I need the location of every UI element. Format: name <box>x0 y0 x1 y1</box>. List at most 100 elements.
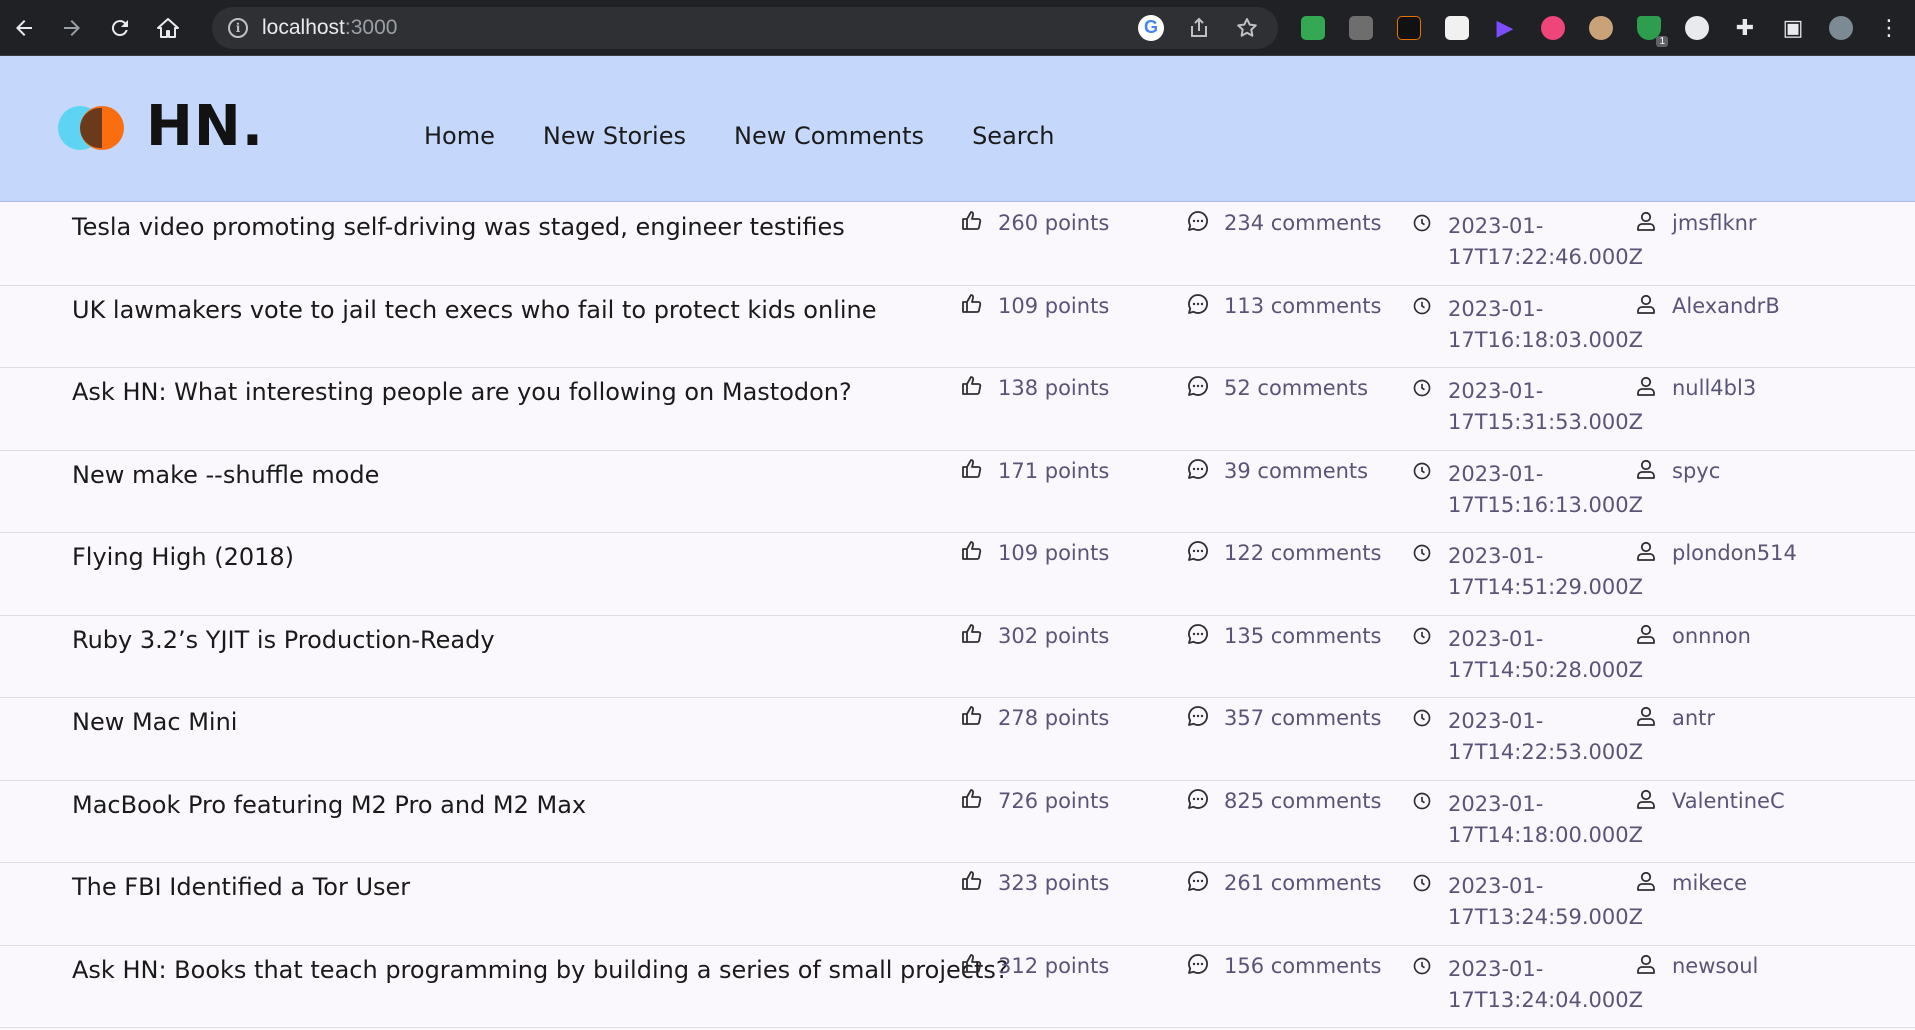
story-time: 2023-01- 17T16:18:03.000Z <box>1410 294 1644 356</box>
story-row: New make --shuffle mode 171 points 39 co… <box>0 450 1915 533</box>
comments-text[interactable]: 357 comments <box>1224 706 1381 730</box>
comments-text[interactable]: 234 comments <box>1224 211 1381 235</box>
nav-home[interactable]: Home <box>424 122 495 150</box>
comments-text[interactable]: 122 comments <box>1224 541 1381 565</box>
story-comments[interactable]: 825 comments <box>1186 789 1381 813</box>
share-button[interactable] <box>1180 9 1218 47</box>
comments-text[interactable]: 52 comments <box>1224 376 1368 400</box>
username[interactable]: null4bl3 <box>1672 376 1756 400</box>
username[interactable]: spyc <box>1672 459 1720 483</box>
extensions-menu-button[interactable]: ✚ <box>1724 7 1766 49</box>
username[interactable]: AlexandrB <box>1672 294 1780 318</box>
extension-ghost[interactable] <box>1676 7 1718 49</box>
story-user[interactable]: jmsflknr <box>1634 211 1757 235</box>
comments-text[interactable]: 113 comments <box>1224 294 1381 318</box>
side-panel-icon: ▣ <box>1782 14 1804 40</box>
story-user[interactable]: mikece <box>1634 871 1747 895</box>
story-comments[interactable]: 52 comments <box>1186 376 1368 400</box>
profile-button[interactable] <box>1820 7 1862 49</box>
extension-gray[interactable] <box>1340 7 1382 49</box>
story-comments[interactable]: 234 comments <box>1186 211 1381 235</box>
story-user[interactable]: plondon514 <box>1634 541 1797 565</box>
comments-text[interactable]: 135 comments <box>1224 624 1381 648</box>
puzzle-icon: ✚ <box>1735 14 1755 40</box>
browser-menu-button[interactable]: ⋮ <box>1868 7 1910 49</box>
story-title[interactable]: Tesla video promoting self-driving was s… <box>72 213 845 241</box>
username[interactable]: jmsflknr <box>1672 211 1757 235</box>
story-title[interactable]: New make --shuffle mode <box>72 461 379 489</box>
story-user[interactable]: onnnon <box>1634 624 1751 648</box>
time-clock-part: 17T16:18:03.000Z <box>1448 327 1644 352</box>
time-clock-part: 17T14:50:28.000Z <box>1448 657 1644 682</box>
story-user[interactable]: ValentineC <box>1634 789 1785 813</box>
extension-shield[interactable]: 1 <box>1628 7 1670 49</box>
comments-text[interactable]: 156 comments <box>1224 954 1381 978</box>
time-text: 2023-01- 17T14:50:28.000Z <box>1448 624 1644 686</box>
extension-owl[interactable] <box>1580 7 1622 49</box>
comments-text[interactable]: 261 comments <box>1224 871 1381 895</box>
story-title[interactable]: Ask HN: Books that teach programming by … <box>72 956 1009 984</box>
story-title[interactable]: New Mac Mini <box>72 708 237 736</box>
brand-title[interactable]: HN. <box>146 94 264 159</box>
comments-text[interactable]: 825 comments <box>1224 789 1381 813</box>
story-title[interactable]: UK lawmakers vote to jail tech execs who… <box>72 296 877 324</box>
extension-pink[interactable] <box>1532 7 1574 49</box>
story-user[interactable]: AlexandrB <box>1634 294 1780 318</box>
story-time: 2023-01- 17T14:22:53.000Z <box>1410 706 1643 768</box>
share-icon <box>1191 17 1207 37</box>
story-title[interactable]: Flying High (2018) <box>72 543 294 571</box>
username[interactable]: antr <box>1672 706 1715 730</box>
extension-folder[interactable] <box>1292 7 1334 49</box>
extension-white[interactable] <box>1436 7 1478 49</box>
forward-button[interactable] <box>48 0 96 56</box>
reload-button[interactable] <box>96 0 144 56</box>
username[interactable]: ValentineC <box>1672 789 1785 813</box>
nav-search[interactable]: Search <box>972 122 1054 150</box>
thumbs-up-icon <box>960 209 984 233</box>
site-info-icon[interactable]: i <box>228 17 248 38</box>
address-bar[interactable]: i localhost:3000 G <box>212 6 1278 49</box>
story-user[interactable]: null4bl3 <box>1634 376 1756 400</box>
story-title[interactable]: Ask HN: What interesting people are you … <box>72 378 852 406</box>
story-comments[interactable]: 261 comments <box>1186 871 1381 895</box>
user-icon <box>1634 457 1658 481</box>
clock-icon <box>1410 871 1434 895</box>
extension-play[interactable]: ▶ <box>1484 7 1526 49</box>
user-icon <box>1634 374 1658 398</box>
story-user[interactable]: antr <box>1634 706 1715 730</box>
user-icon <box>1634 292 1658 316</box>
nav-new-comments[interactable]: New Comments <box>734 122 924 150</box>
story-comments[interactable]: 156 comments <box>1186 954 1381 978</box>
comment-bubble-icon <box>1186 704 1210 728</box>
thumbs-up-icon <box>960 869 984 893</box>
story-comments[interactable]: 357 comments <box>1186 706 1381 730</box>
extension-lh[interactable] <box>1388 7 1430 49</box>
story-row: Ask HN: Books that teach programming by … <box>0 945 1915 1028</box>
side-panel-button[interactable]: ▣ <box>1772 7 1814 49</box>
story-time: 2023-01- 17T13:24:04.000Z <box>1410 954 1643 1016</box>
nav-new-stories[interactable]: New Stories <box>543 122 686 150</box>
story-title[interactable]: MacBook Pro featuring M2 Pro and M2 Max <box>72 791 586 819</box>
story-comments[interactable]: 113 comments <box>1186 294 1381 318</box>
time-date-part: 2023-01- <box>1448 626 1544 651</box>
username[interactable]: plondon514 <box>1672 541 1797 565</box>
home-button[interactable] <box>144 0 192 56</box>
story-comments[interactable]: 135 comments <box>1186 624 1381 648</box>
time-text: 2023-01- 17T14:51:29.000Z <box>1448 541 1643 603</box>
username[interactable]: onnnon <box>1672 624 1751 648</box>
bookmark-button[interactable] <box>1228 9 1266 47</box>
back-button[interactable] <box>0 0 48 56</box>
comments-text[interactable]: 39 comments <box>1224 459 1368 483</box>
username[interactable]: newsoul <box>1672 954 1758 978</box>
story-user[interactable]: spyc <box>1634 459 1720 483</box>
google-lens-button[interactable]: G <box>1132 9 1170 47</box>
story-comments[interactable]: 122 comments <box>1186 541 1381 565</box>
username[interactable]: mikece <box>1672 871 1747 895</box>
story-comments[interactable]: 39 comments <box>1186 459 1368 483</box>
story-user[interactable]: newsoul <box>1634 954 1758 978</box>
story-title[interactable]: The FBI Identified a Tor User <box>72 873 410 901</box>
play-ext-icon: ▶ <box>1496 14 1514 40</box>
star-icon <box>1237 17 1257 37</box>
story-title[interactable]: Ruby 3.2’s YJIT is Production-Ready <box>72 626 495 654</box>
logo-icon[interactable] <box>58 106 124 150</box>
